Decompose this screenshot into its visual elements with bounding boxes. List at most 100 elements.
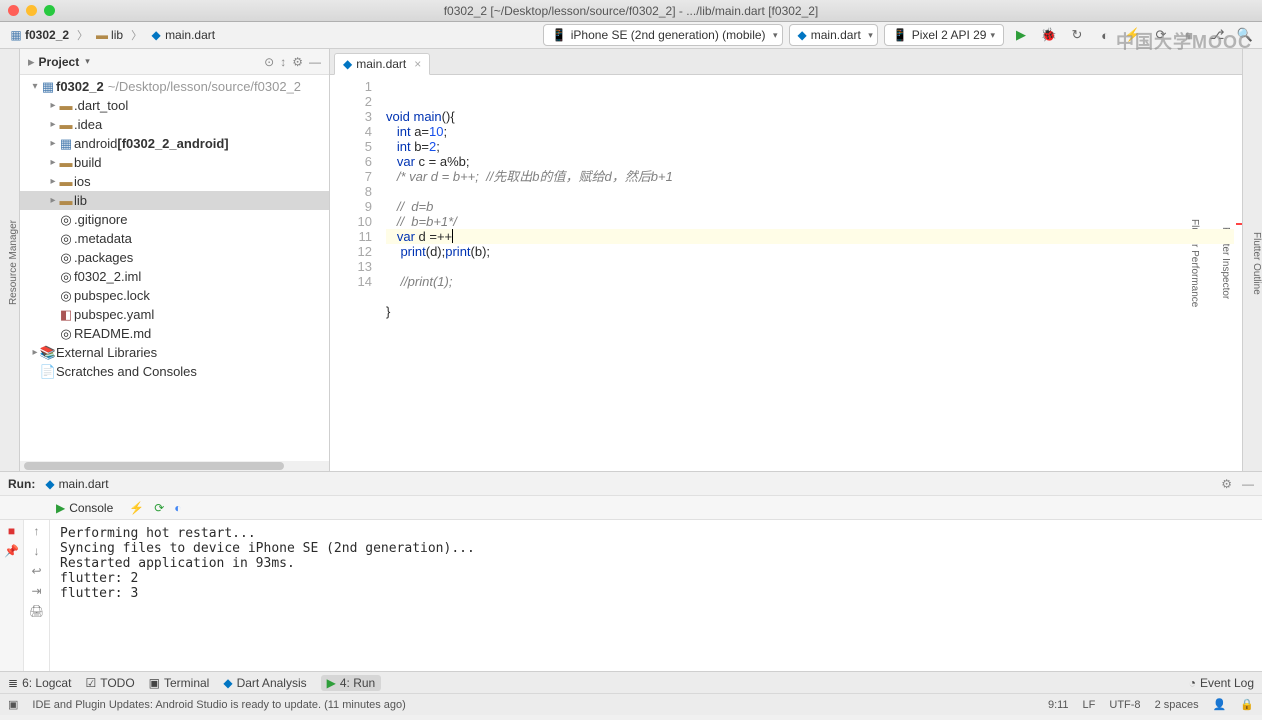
target-icon[interactable]: ⊙ [264,55,274,69]
caret-position[interactable]: 9:11 [1048,699,1069,711]
tree-item[interactable]: ◎.gitignore [20,210,329,229]
chevron-right-icon: 〉 [77,27,88,43]
tree-item[interactable]: ◎.packages [20,248,329,267]
close-icon[interactable] [8,5,19,16]
flutter-outline-tab[interactable]: Flutter Outline [1251,228,1262,299]
disclosure-icon[interactable]: ▸ [48,195,58,206]
breadcrumb-root[interactable]: ▦ f0302_2 [6,26,73,44]
device-selector[interactable]: 📱 iPhone SE (2nd generation) (mobile) [543,24,783,46]
encoding[interactable]: UTF-8 [1109,699,1140,711]
gear-icon[interactable]: ⚙ [1221,477,1232,491]
search-button[interactable]: 🔍 [1234,24,1256,46]
tree-item[interactable]: ◎f0302_2.iml [20,267,329,286]
inspection-icon[interactable]: 👤 [1213,698,1227,711]
logcat-tab[interactable]: ≣6: Logcat [8,676,71,690]
tree-item[interactable]: ▸▬lib [20,191,329,210]
status-message: IDE and Plugin Updates: Android Studio i… [32,699,1034,711]
tree-item[interactable]: ▸▬build [20,153,329,172]
disclosure-icon[interactable]: ▸ [48,100,58,111]
run-config-selector[interactable]: ◆ main.dart [789,24,878,46]
disclosure-icon[interactable]: ▸ [48,157,58,168]
horizontal-scrollbar[interactable] [20,461,329,471]
breadcrumb-folder[interactable]: ▬ lib [92,26,127,44]
tree-item[interactable]: ▸▦android [f0302_2_android] [20,134,329,153]
error-marker[interactable] [1236,223,1242,225]
scrollbar-thumb[interactable] [24,462,284,470]
gear-icon[interactable]: ⚙ [292,55,303,69]
tree-item[interactable]: ▸▬.dart_tool [20,96,329,115]
run-config[interactable]: ◆ main.dart [45,477,108,491]
file-icon: ◎ [58,231,74,247]
restart-icon[interactable]: ⟳ [154,501,164,515]
project-tree[interactable]: ▾ ▦ f0302_2 ~/Desktop/lesson/source/f030… [20,75,329,461]
tree-item[interactable]: ▸▬ios [20,172,329,191]
project-panel: ▸ Project ▾ ⊙ ↕ ⚙ — ▾ ▦ f0302_2 ~/Deskto… [20,49,330,471]
tree-root[interactable]: ▾ ▦ f0302_2 ~/Desktop/lesson/source/f030… [20,77,329,96]
lightning-icon[interactable]: ⚡ [129,501,144,515]
indent[interactable]: 2 spaces [1155,699,1199,711]
disclosure-icon[interactable]: ▸ [48,176,58,187]
wrap-icon[interactable]: ↩ [31,564,41,578]
tree-item[interactable]: ◧pubspec.yaml [20,305,329,324]
close-icon[interactable]: × [414,57,421,71]
tree-scratches-label: Scratches and Consoles [56,364,197,379]
hide-icon[interactable]: — [1242,477,1254,491]
project-view-label[interactable]: Project [39,55,80,69]
tree-external[interactable]: ▸ 📚 External Libraries [20,343,329,362]
resource-manager-tab[interactable]: Resource Manager [8,216,19,309]
print-icon[interactable]: 🖨 [29,604,44,618]
open-devtools-icon[interactable]: ◐ [174,501,181,515]
minimize-icon[interactable] [26,5,37,16]
down-icon[interactable]: ↓ [34,544,40,558]
disclosure-icon[interactable]: ▸ [48,138,58,149]
hot-reload-button[interactable]: ⚡ [1122,24,1144,46]
attach-button[interactable]: ↻ [1066,24,1088,46]
run-tab[interactable]: ▶4: Run [321,675,382,691]
disclosure-open-icon[interactable]: ▾ [30,81,40,92]
code-area[interactable]: 1234567891011121314 void main(){ int a=1… [330,75,1242,471]
tree-item[interactable]: ▸▬.idea [20,115,329,134]
console-output[interactable]: Performing hot restart... Syncing files … [50,520,1262,671]
todo-tab[interactable]: ☑TODO [85,676,134,690]
line-separator[interactable]: LF [1083,699,1096,711]
expand-icon[interactable]: ↕ [280,55,286,69]
up-icon[interactable]: ↑ [34,524,40,538]
breadcrumb-file[interactable]: ◆ main.dart [146,26,219,44]
play-icon: ▶ [327,676,336,690]
terminal-tab[interactable]: ▣Terminal [149,676,210,690]
attach-icon[interactable]: 📌 [4,544,19,558]
disclosure-icon[interactable]: ▸ [48,119,58,130]
run-button[interactable]: ▶ [1010,24,1032,46]
tree-scratches[interactable]: 📄 Scratches and Consoles [20,362,329,381]
avd-selector[interactable]: 📱 Pixel 2 API 29 ▾ [884,24,1004,46]
lock-icon[interactable]: 🔒 [1240,698,1254,711]
tree-item[interactable]: ◎README.md [20,324,329,343]
stop-icon[interactable]: ■ [8,524,15,538]
hot-restart-button[interactable]: ⟳ [1150,24,1172,46]
run-header: Run: ◆ main.dart ⚙ — [0,472,1262,496]
profile-button[interactable]: ◐ [1094,24,1116,46]
scroll-icon[interactable]: ⇥ [31,584,41,598]
maximize-icon[interactable] [44,5,55,16]
disclosure-closed-icon[interactable]: ▸ [30,347,40,358]
editor-tab[interactable]: ◆ main.dart × [334,53,430,75]
tree-root-label: f0302_2 [56,79,104,94]
status-icon[interactable]: ▣ [8,698,18,711]
event-log-tab[interactable]: ◔Event Log [1189,676,1254,690]
file-icon: ▬ [58,174,74,189]
code-content[interactable]: void main(){ int a=10; int b=2; var c = … [380,75,1242,471]
tree-item-label: build [74,155,101,170]
tree-item[interactable]: ◎pubspec.lock [20,286,329,305]
debug-button[interactable]: 🐞 [1038,24,1060,46]
vcs-button[interactable]: ⎇ [1206,24,1228,46]
stop-button[interactable]: ■ [1178,24,1200,46]
tree-item-label: README.md [74,326,151,341]
chevron-down-icon[interactable]: ▾ [85,56,90,67]
file-icon: ◧ [58,307,74,323]
run-label: Run: [8,477,35,491]
dart-analysis-tab[interactable]: ◆Dart Analysis [223,676,306,690]
tree-item[interactable]: ◎.metadata [20,229,329,248]
console-tab[interactable]: ▶ Console [50,498,119,518]
phone-icon: 📱 [552,28,567,42]
collapse-icon[interactable]: — [309,55,321,69]
